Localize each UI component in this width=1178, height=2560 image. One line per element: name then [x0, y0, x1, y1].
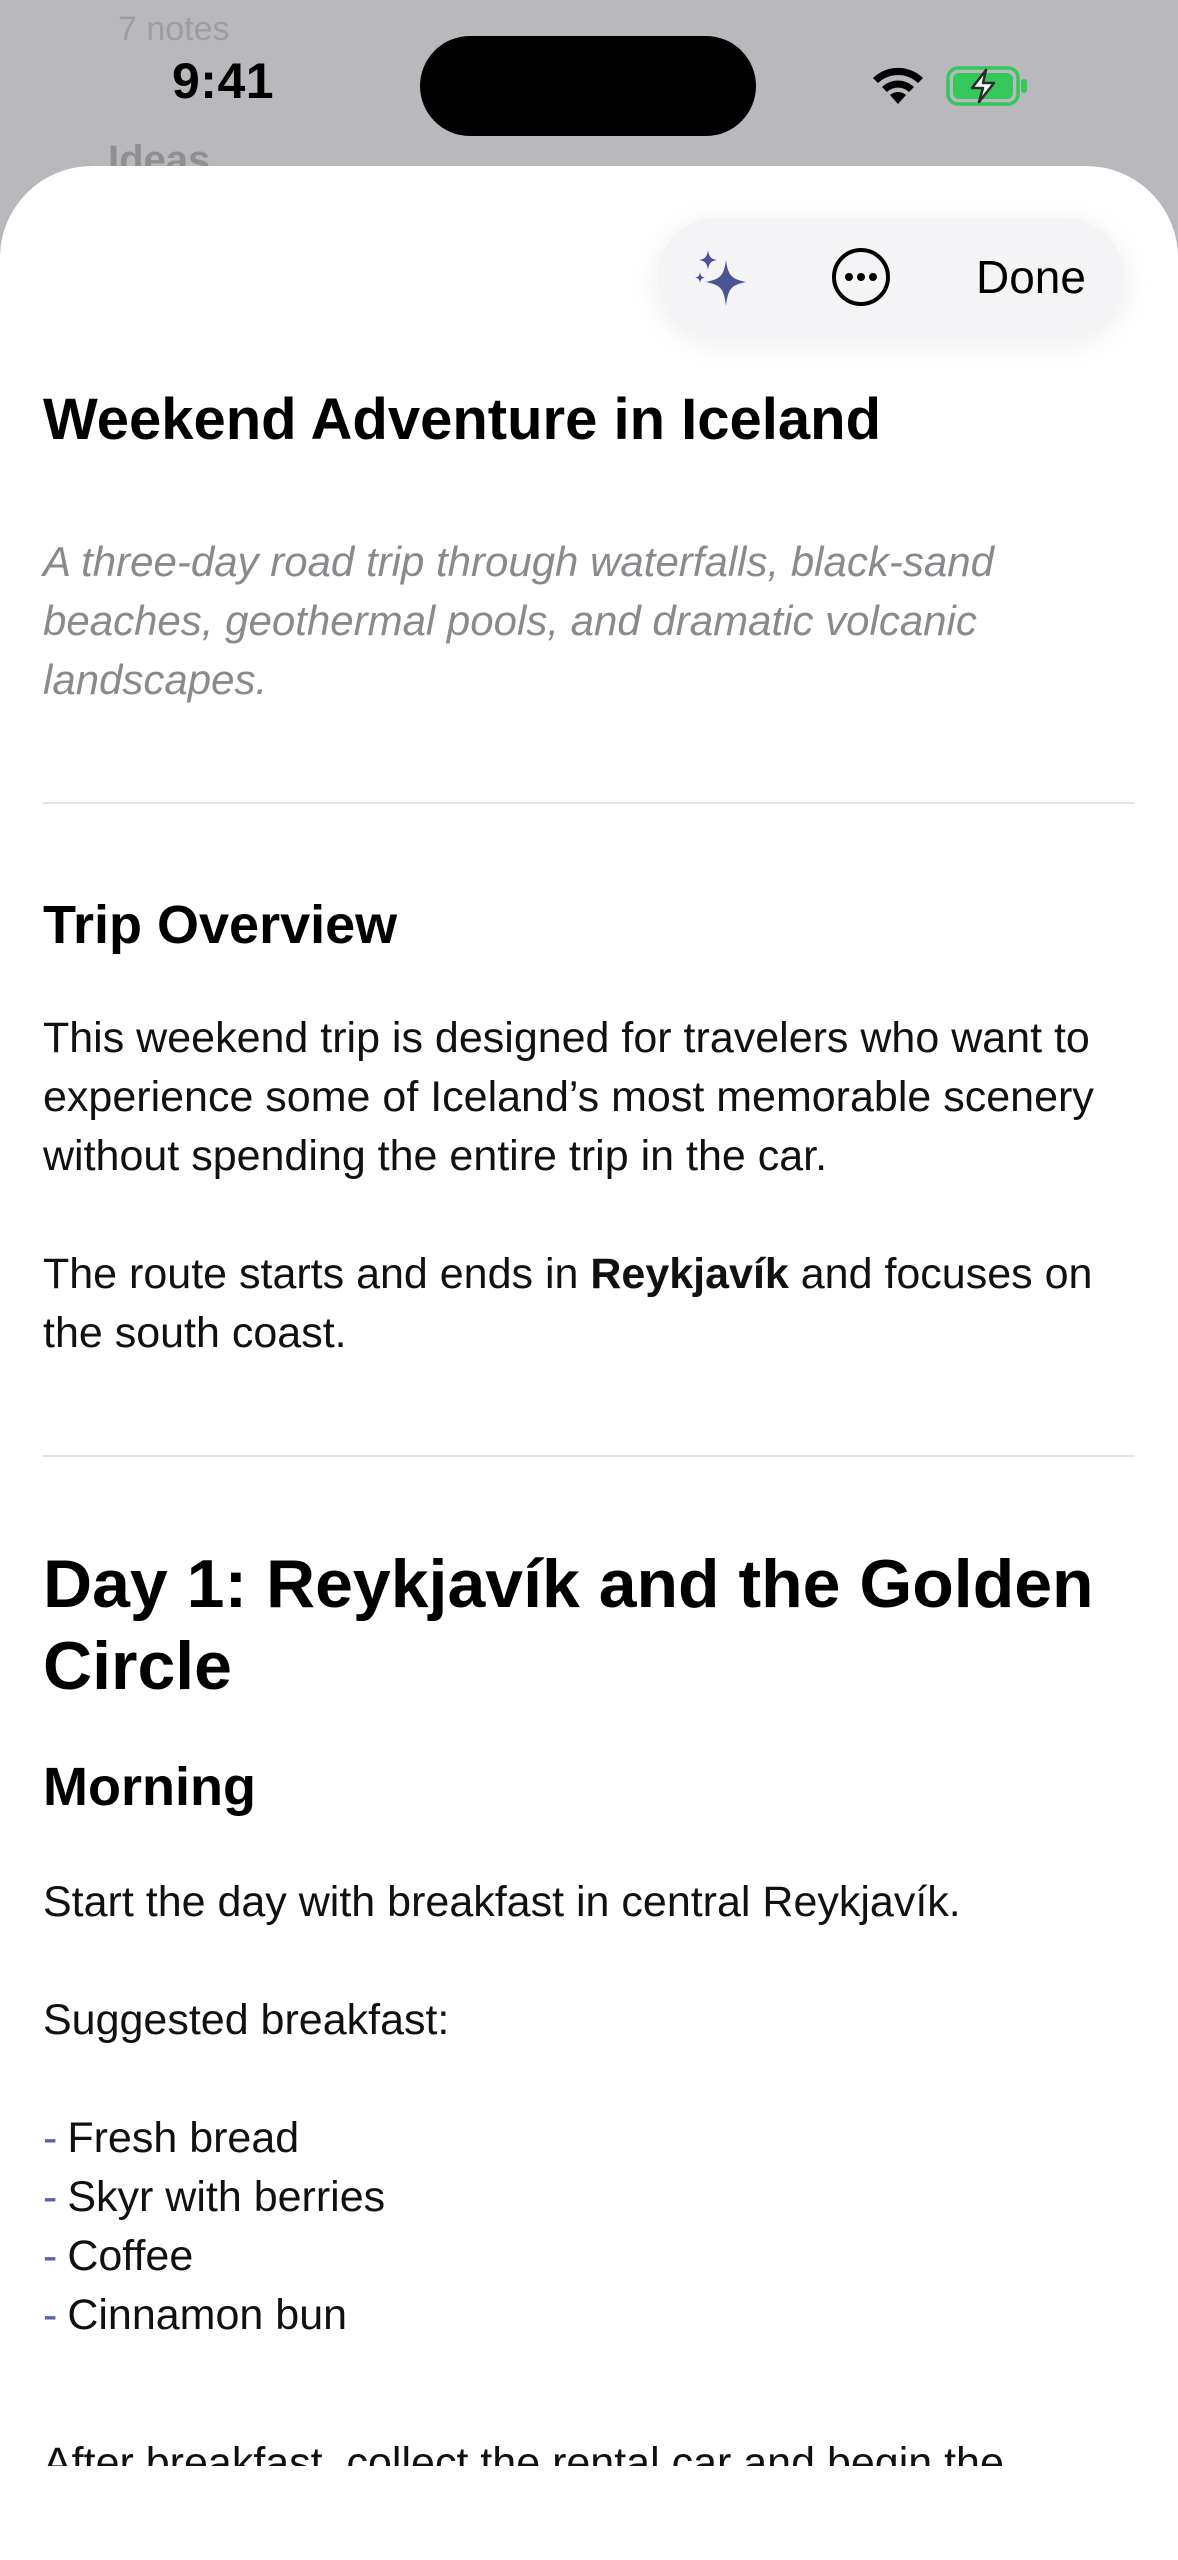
- status-time: 9:41: [172, 53, 275, 109]
- list-item[interactable]: - Fresh bread: [43, 2109, 1135, 2168]
- morning-paragraph[interactable]: Start the day with breakfast in central …: [43, 1873, 1135, 1932]
- breakfast-list: - Fresh bread - Skyr with berries - Coffee …: [43, 2109, 1135, 2345]
- done-button[interactable]: Done: [976, 218, 1086, 336]
- morning-heading[interactable]: Morning: [43, 1753, 1135, 1821]
- note-toolbar: Done: [658, 218, 1124, 336]
- divider: [43, 802, 1135, 804]
- reykjavik-bold: Reykjavík: [590, 1250, 789, 1298]
- route-paragraph[interactable]: The route starts and ends in Reykjavík a…: [43, 1245, 1135, 1363]
- note-title[interactable]: Weekend Adventure in Iceland: [43, 384, 1135, 456]
- breakfast-label[interactable]: Suggested breakfast:: [43, 1991, 1135, 2050]
- battery-charging-icon: [946, 66, 1027, 106]
- note-sheet: Done Weekend Adventure in Iceland A thre…: [0, 166, 1178, 2560]
- list-item-text: Coffee: [67, 2232, 194, 2280]
- list-item-text: Skyr with berries: [67, 2173, 386, 2221]
- list-item[interactable]: - Coffee: [43, 2227, 1135, 2286]
- list-item-text: Cinnamon bun: [67, 2291, 348, 2339]
- list-dash: -: [43, 2114, 58, 2162]
- overview-heading[interactable]: Trip Overview: [43, 891, 1135, 959]
- list-item-text: Fresh bread: [67, 2114, 300, 2162]
- more-options-icon[interactable]: [826, 242, 896, 312]
- list-dash: -: [43, 2232, 58, 2280]
- truncated-text: After breakfast, collect the rental car …: [43, 2439, 1004, 2466]
- overview-paragraph[interactable]: This weekend trip is designed for travel…: [43, 1009, 1135, 1186]
- sparkle-icon[interactable]: [686, 242, 756, 312]
- list-dash: -: [43, 2173, 58, 2221]
- note-body[interactable]: Weekend Adventure in Iceland A three-day…: [43, 384, 1135, 2345]
- wifi-icon: [873, 67, 923, 104]
- list-item[interactable]: - Cinnamon bun: [43, 2286, 1135, 2345]
- note-subtitle[interactable]: A three-day road trip through waterfalls…: [43, 532, 1103, 709]
- list-item[interactable]: - Skyr with berries: [43, 2168, 1135, 2227]
- background-notes-count: 7 notes: [118, 10, 230, 48]
- divider: [43, 1455, 1135, 1457]
- list-dash: -: [43, 2291, 58, 2339]
- truncated-paragraph[interactable]: After breakfast, collect the rental car …: [43, 2426, 1135, 2466]
- day1-heading[interactable]: Day 1: Reykjavík and the Golden Circle: [43, 1543, 1135, 1707]
- route-text-start: The route starts and ends in: [43, 1250, 591, 1298]
- dynamic-island: [420, 36, 756, 136]
